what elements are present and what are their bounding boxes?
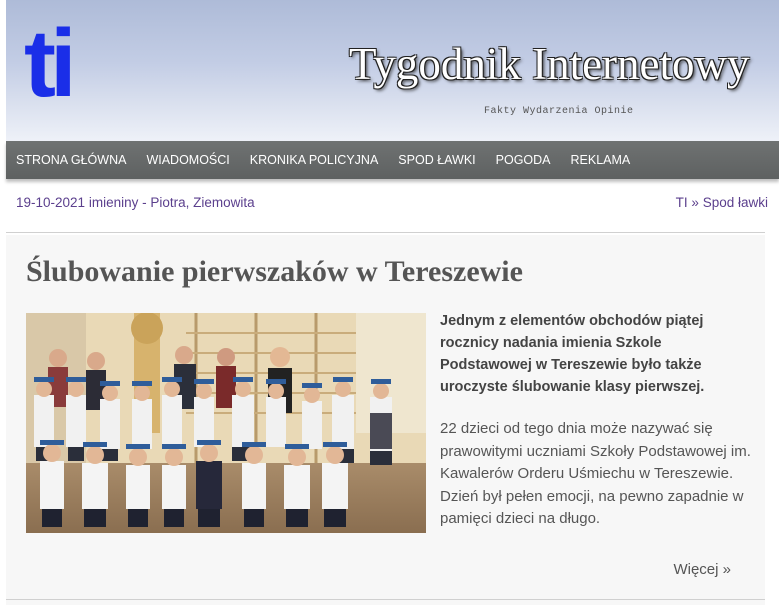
top-divider: [6, 232, 765, 233]
article-title[interactable]: Ślubowanie pierwszaków w Tereszewie: [26, 255, 523, 289]
name-day: imieniny - Piotra, Ziemowita: [88, 195, 255, 210]
breadcrumb-section[interactable]: Spod ławki: [703, 195, 768, 210]
article-lead: Jednym z elementów obchodów piątej roczn…: [440, 313, 705, 395]
nav-item-police[interactable]: KRONIKA POLICYJNA: [240, 153, 389, 167]
site-title: Tygodnik Internetowy: [349, 39, 750, 89]
logo-text: ti: [24, 14, 71, 104]
site-header: ti Tygodnik Internetowy Fakty Wydarzenia…: [6, 0, 779, 141]
article: Ślubowanie pierwszaków w Tereszewie Jedn…: [6, 235, 765, 605]
info-bar: 19-10-2021 imieniny - Piotra, Ziemowita …: [6, 193, 768, 213]
site-logo[interactable]: ti: [24, 14, 94, 104]
nav-item-weather[interactable]: POGODA: [486, 153, 561, 167]
breadcrumb-home[interactable]: TI: [676, 195, 688, 210]
article-excerpt: 22 dzieci od tego dnia może nazywać się …: [440, 420, 751, 527]
current-date: 19-10-2021: [16, 195, 86, 210]
date-line: 19-10-2021 imieniny - Piotra, Ziemowita: [16, 195, 255, 210]
read-more-link[interactable]: Więcej »: [673, 561, 731, 578]
site-tagline: Fakty Wydarzenia Opinie: [484, 106, 634, 117]
nav-item-news[interactable]: WIADOMOŚCI: [136, 153, 239, 167]
nav-item-home[interactable]: STRONA GŁÓWNA: [6, 153, 136, 167]
article-photo[interactable]: [26, 313, 426, 533]
nav-item-ads[interactable]: REKLAMA: [561, 153, 641, 167]
bottom-divider: [6, 599, 765, 600]
breadcrumb-separator: »: [691, 195, 699, 210]
main-nav: STRONA GŁÓWNA WIADOMOŚCI KRONIKA POLICYJ…: [6, 141, 779, 179]
breadcrumb: TI » Spod ławki: [676, 195, 768, 210]
nav-item-school[interactable]: SPOD ŁAWKI: [388, 153, 485, 167]
